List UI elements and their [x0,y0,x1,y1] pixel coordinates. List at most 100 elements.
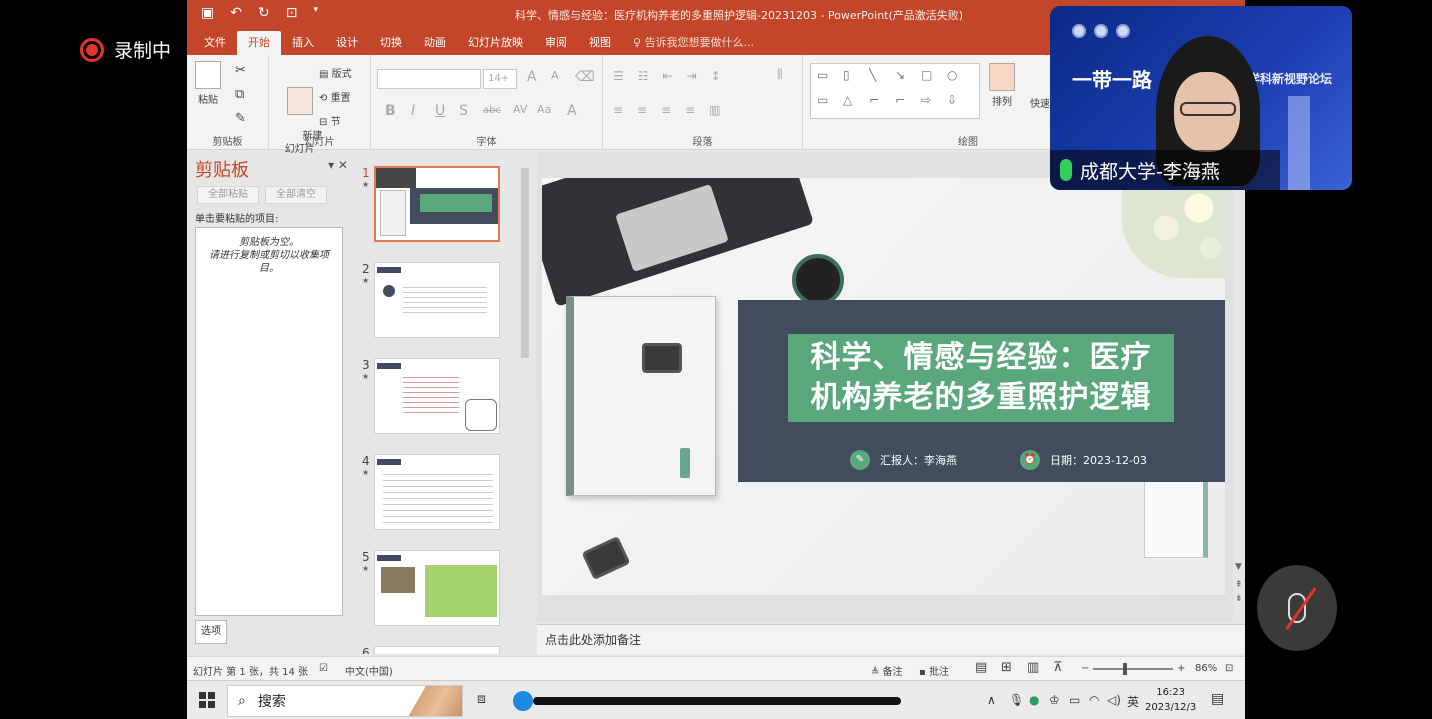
taskbar-clock[interactable]: 16:23 2023/12/3 [1145,685,1196,715]
slide-editor: 科学、情感与经验：医疗 机构养老的多重照护逻辑 ✎ 汇报人：李海燕 ⏰ 日期：2… [537,152,1245,622]
date-text[interactable]: 日期：2023-12-03 [1050,452,1147,468]
reporter-text[interactable]: 汇报人：李海燕 [880,452,957,468]
format-painter-icon[interactable]: ✎ [235,111,246,126]
title-banner[interactable]: 科学、情感与经验：医疗 机构养老的多重照护逻辑 ✎ 汇报人：李海燕 ⏰ 日期：2… [738,300,1225,482]
tray-expand-icon[interactable]: ∧ [987,693,996,707]
char-spacing-icon[interactable]: AV [513,103,527,116]
tab-slideshow[interactable]: 幻灯片放映 [457,31,534,55]
edge-icon[interactable] [513,691,533,711]
star-icon: ★ [362,468,370,477]
font-color-icon[interactable]: A [567,103,577,119]
thumbnail-preview[interactable] [374,358,500,434]
save-icon[interactable]: ▣ [201,5,214,21]
shrink-font-icon[interactable]: A [551,69,559,82]
text-direction-icon[interactable]: ⫼ [777,67,783,82]
options-button[interactable]: 选项 [195,620,227,644]
mute-microphone-button[interactable] [1257,565,1337,651]
undo-icon[interactable]: ↶ [230,5,242,21]
zoom-level[interactable]: 86% [1195,663,1217,674]
layout-button[interactable]: ▤ 版式 [319,65,352,80]
slide-canvas[interactable]: 科学、情感与经验：医疗 机构养老的多重照护逻辑 ✎ 汇报人：李海燕 ⏰ 日期：2… [542,178,1225,595]
cut-icon[interactable]: ✂ [235,63,246,78]
notes-pane[interactable]: 点击此处添加备注 [537,624,1245,654]
tab-animations[interactable]: 动画 [413,31,457,55]
font-name-field[interactable] [377,69,481,89]
spellcheck-icon[interactable]: ☑ [319,663,328,674]
copy-icon[interactable]: ⧉ [235,87,244,102]
scroll-down-icon[interactable]: ▼ [1235,562,1242,572]
reset-button[interactable]: ⟲ 重置 [319,89,351,104]
notebook-image [1144,478,1208,558]
grow-font-icon[interactable]: A [527,69,537,85]
tray-app-icon[interactable]: ♔ [1049,693,1060,707]
tab-insert[interactable]: 插入 [281,31,325,55]
zoom-out-icon[interactable]: − [1081,663,1089,674]
shapes-gallery[interactable]: ▭ ▯ ╲ ↘ □ ○ ▭ △ ⌐ ⌐ ⇨ ⇩ [810,63,980,119]
thumbnail-preview[interactable] [374,166,500,242]
zoom-in-icon[interactable]: + [1177,663,1185,674]
volume-icon[interactable]: ◁) [1107,693,1121,707]
paste-button[interactable]: 粘贴 [195,61,221,106]
wechat-tray-icon[interactable]: ● [1029,693,1039,707]
normal-view-icon[interactable]: ▤ [975,660,987,675]
thumbnail-preview[interactable] [374,262,500,338]
tab-transitions[interactable]: 切换 [369,31,413,55]
tab-file[interactable]: 文件 [193,31,237,55]
wifi-icon[interactable]: ◠ [1089,693,1099,707]
tab-design[interactable]: 设计 [325,31,369,55]
video-participant-tile[interactable]: 一带一路 跨学科新视野论坛 成都大学-李海燕 [1050,6,1352,190]
list-icons[interactable]: ☰☷⇤⇥↕ [613,69,735,83]
slideshow-icon[interactable]: ⊼ [1053,660,1063,675]
textbox-shape-icon: ▭ [817,68,829,82]
change-case-icon[interactable]: Aa [537,103,551,116]
slide-number: 1 [362,166,370,180]
language-indicator[interactable]: 中文(中国) [345,663,393,678]
battery-icon[interactable]: ▭ [1069,693,1080,707]
font-size-field[interactable]: 14+ [483,69,517,89]
arrange-button[interactable]: 排列 [989,63,1015,108]
present-icon[interactable]: ⊡ [286,5,298,21]
clear-format-icon[interactable]: ⌫ [575,69,595,85]
customize-qat-icon[interactable]: ▾ [313,5,318,21]
tab-home[interactable]: 开始 [237,31,281,55]
tab-view[interactable]: 视图 [578,31,622,55]
bold-icon[interactable]: B [385,103,396,119]
title-box[interactable]: 科学、情感与经验：医疗 机构养老的多重照护逻辑 [788,334,1174,422]
reading-view-icon[interactable]: ▥ [1027,660,1039,675]
tell-me-box[interactable]: ♀ 告诉我您想要做什么... [622,31,765,55]
italic-icon[interactable]: I [411,103,415,119]
thumbnail-preview[interactable] [374,550,500,626]
line-shape-icon: ╲ [869,68,877,82]
editor-scrollbar[interactable]: ▲ ▼ ⇞ ⇟ [1233,152,1245,622]
clear-all-button[interactable]: 全部清空 [265,186,327,204]
clipboard-items-area[interactable]: 剪贴板为空。 请进行复制或剪切以收集项 目。 [195,227,343,616]
notifications-icon[interactable]: ▤ [1211,691,1224,707]
zoom-slider[interactable] [1093,668,1173,670]
slide-sorter-icon[interactable]: ⊞ [1001,660,1012,675]
fit-slide-icon[interactable]: ⊡ [1225,663,1233,674]
section-button[interactable]: ⊟ 节 [319,113,341,128]
thumbnail-preview[interactable] [374,454,500,530]
shadow-icon[interactable]: S [459,103,468,119]
taskbar-search[interactable]: ⌕ 搜索 [227,685,463,717]
ime-indicator[interactable]: 英 [1127,693,1139,710]
comments-toggle[interactable]: ▪ 批注 [919,663,949,678]
thumbnail-preview[interactable] [374,646,500,654]
thumbnails-scrollbar[interactable] [519,152,531,654]
next-slide-icon[interactable]: ⇟ [1235,594,1243,604]
zoom-slider-thumb[interactable] [1123,663,1127,675]
redo-icon[interactable]: ↻ [258,5,270,21]
close-icon[interactable]: ▾ ✕ [328,158,348,172]
strikethrough-icon[interactable]: abc [483,105,501,116]
slide-title[interactable]: 科学、情感与经验：医疗 机构养老的多重照护逻辑 [811,338,1152,418]
tab-review[interactable]: 审阅 [534,31,578,55]
align-icons[interactable]: ≡≡≡≡▥ [613,103,735,117]
prev-slide-icon[interactable]: ⇞ [1235,580,1243,590]
paste-all-button[interactable]: 全部粘贴 [197,186,259,204]
scrollbar-thumb[interactable] [521,168,529,358]
mic-tray-icon[interactable]: 🎙 [1009,693,1024,707]
underline-icon[interactable]: U [435,103,445,119]
windows-start-icon[interactable] [199,692,215,708]
notes-toggle[interactable]: ≜ 备注 [871,663,903,678]
task-view-icon[interactable]: ⧈ [477,691,486,707]
